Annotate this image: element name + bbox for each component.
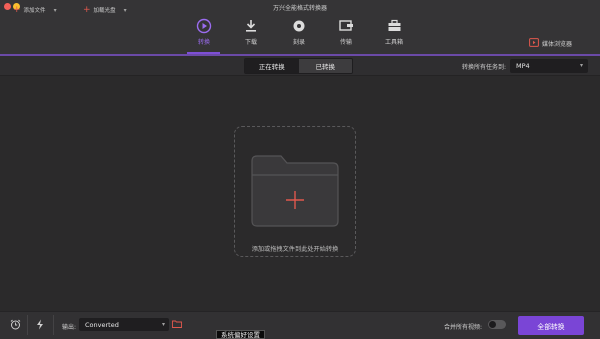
media-browser-icon: [529, 37, 539, 49]
burn-disc-icon: [284, 17, 314, 35]
convert-all-to-label: 转换所有任务到:: [462, 64, 507, 71]
tab-transfer[interactable]: 传输: [331, 17, 361, 51]
open-folder-icon[interactable]: [172, 320, 182, 330]
lightning-icon[interactable]: [34, 318, 46, 330]
output-format-value: MP4: [516, 62, 530, 70]
chevron-down-icon[interactable]: ▾: [54, 7, 57, 14]
add-icon: +: [13, 4, 21, 15]
tab-download[interactable]: 下载: [236, 17, 266, 51]
folder-add-icon: [251, 155, 339, 227]
load-disc-button[interactable]: + 加载光盘 ▾: [83, 5, 127, 15]
tab-transfer-label: 传输: [339, 39, 352, 46]
add-icon: +: [83, 4, 91, 15]
output-label: 输出:: [62, 324, 77, 331]
tab-converted[interactable]: 已转换: [298, 59, 352, 73]
conversion-status-toggle: 正在转换 已转换: [244, 58, 353, 74]
tooltip: 系统偏好设置: [216, 330, 265, 339]
output-folder-select[interactable]: Converted ▾: [79, 318, 169, 331]
tab-convert[interactable]: 转换: [189, 17, 219, 51]
tab-download-label: 下载: [244, 39, 257, 46]
divider: [27, 315, 28, 335]
tab-toolbox-label: 工具箱: [384, 39, 403, 46]
merge-videos-toggle[interactable]: [488, 320, 506, 329]
tab-burn[interactable]: 刻录: [284, 17, 314, 51]
add-file-button[interactable]: + 添加文件 ▾: [13, 5, 57, 15]
alarm-clock-icon[interactable]: [9, 318, 21, 330]
file-drop-zone[interactable]: 添加或拖拽文件到此处开始转换: [234, 126, 356, 257]
tab-convert-label: 转换: [197, 39, 210, 46]
download-icon: [236, 17, 266, 35]
output-format-select[interactable]: MP4 ▾: [510, 59, 588, 73]
tab-converting[interactable]: 正在转换: [245, 59, 299, 73]
divider: [53, 315, 54, 335]
drop-zone-hint: 添加或拖拽文件到此处开始转换: [251, 246, 339, 253]
media-browser-button[interactable]: 媒体浏览器: [529, 37, 572, 49]
load-disc-label: 加载光盘: [93, 8, 116, 14]
media-browser-label: 媒体浏览器: [541, 40, 572, 48]
output-folder-value: Converted: [85, 320, 119, 329]
convert-all-button[interactable]: 全部转换: [518, 316, 584, 335]
merge-videos-label: 合并所有视频:: [444, 324, 483, 331]
transfer-icon: [331, 17, 361, 35]
toolbox-icon: [379, 17, 409, 35]
chevron-down-icon: ▾: [161, 321, 165, 328]
tab-burn-label: 刻录: [292, 39, 305, 46]
toggle-knob: [489, 321, 496, 328]
add-file-label: 添加文件: [23, 8, 46, 14]
chevron-down-icon: ▾: [579, 62, 583, 69]
chevron-down-icon[interactable]: ▾: [124, 7, 127, 14]
tab-toolbox[interactable]: 工具箱: [379, 17, 409, 51]
convert-icon: [189, 17, 219, 35]
